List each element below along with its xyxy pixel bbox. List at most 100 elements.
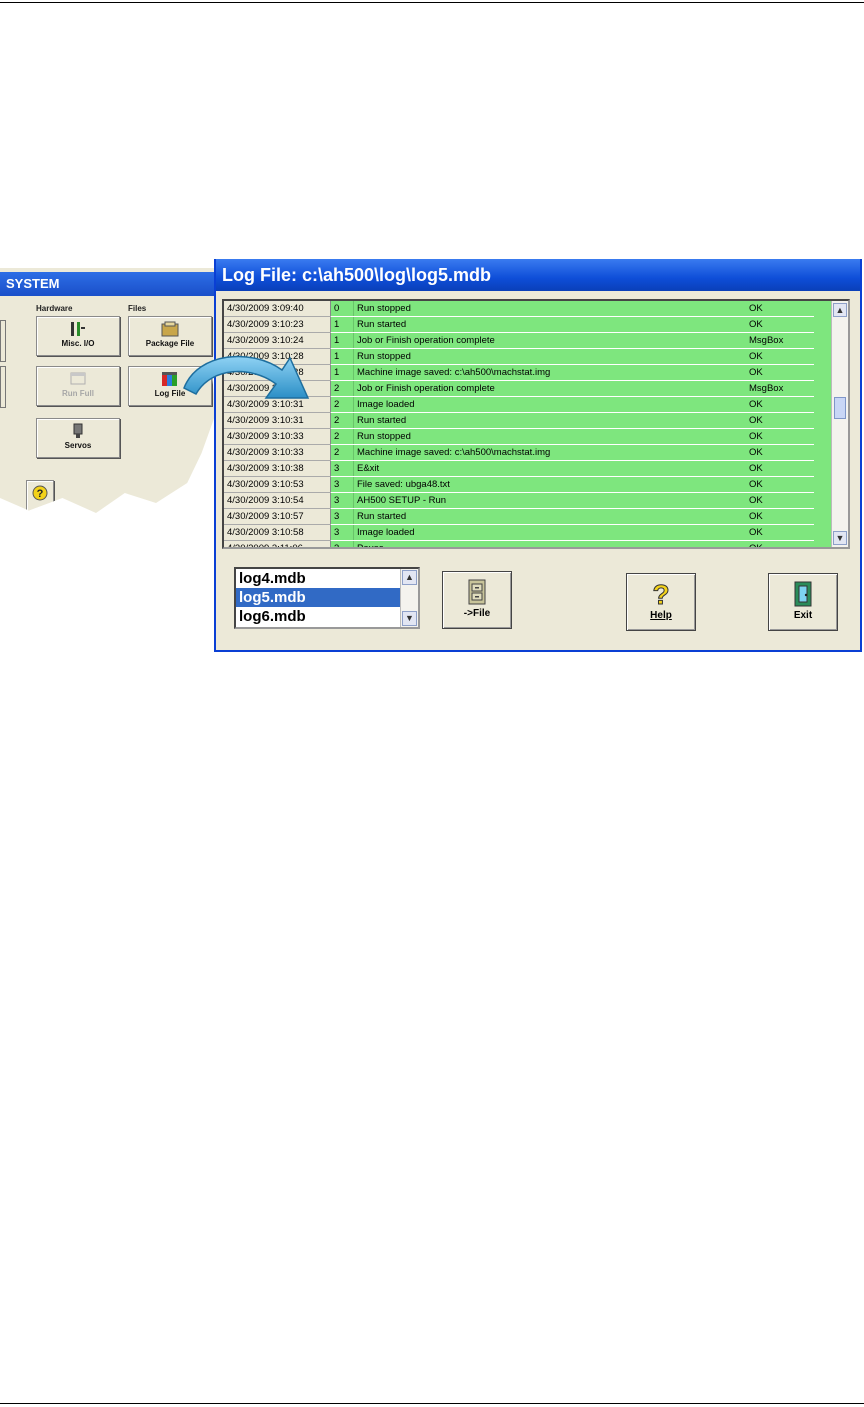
log-timestamp-cell: 4/30/2009 3:10:53 bbox=[224, 476, 331, 493]
io-meter-icon bbox=[71, 322, 85, 336]
svg-text:?: ? bbox=[652, 580, 669, 608]
log-row[interactable]: 4/30/2009 3:10:57 3 Run started OK bbox=[224, 508, 814, 525]
log-result-cell: OK bbox=[746, 364, 814, 381]
log-level-cell: 1 bbox=[330, 348, 354, 365]
log-message-cell: E&xit bbox=[353, 460, 746, 477]
log-result-cell: OK bbox=[746, 316, 814, 333]
log-result-cell: OK bbox=[746, 460, 814, 477]
log-row[interactable]: 4/30/2009 3:10:53 3 File saved: ubga48.txt… bbox=[224, 476, 814, 493]
log-level-cell: 2 bbox=[330, 428, 354, 445]
panel-edge-button-2[interactable] bbox=[0, 366, 6, 408]
log-result-cell: OK bbox=[746, 508, 814, 525]
log-timestamp-cell: 4/30/2009 3:10:33 bbox=[224, 444, 331, 461]
log-timestamp-cell: 4/30/2009 3:09:40 bbox=[224, 301, 331, 317]
package-icon bbox=[161, 321, 179, 337]
hardware-section-label: Hardware bbox=[36, 304, 73, 313]
log-message-cell: Job or Finish operation complete bbox=[353, 332, 746, 349]
log-row[interactable]: 4/30/2009 3:10:23 1 Run started OK bbox=[224, 316, 814, 333]
log-message-cell: Run stopped bbox=[353, 301, 746, 317]
file-list-scrollbar[interactable]: ▲ ▼ bbox=[400, 569, 418, 627]
to-file-button[interactable]: ->File bbox=[442, 571, 512, 629]
log-result-cell: OK bbox=[746, 428, 814, 445]
log-level-cell: 3 bbox=[330, 508, 354, 525]
log-level-cell: 1 bbox=[330, 316, 354, 333]
files-section-label: Files bbox=[128, 304, 147, 313]
log-row[interactable]: 4/30/2009 3:11:06 3 Pause OK bbox=[224, 540, 814, 547]
log-message-cell: AH500 SETUP - Run bbox=[353, 492, 746, 509]
log-level-cell: 3 bbox=[330, 540, 354, 547]
log-row[interactable]: 4/30/2009 3:10:33 2 Run stopped OK bbox=[224, 428, 814, 445]
log-timestamp-cell: 4/30/2009 3:10:23 bbox=[224, 316, 331, 333]
log-result-cell: OK bbox=[746, 348, 814, 365]
log-message-cell: Run stopped bbox=[353, 348, 746, 365]
servos-button[interactable]: Servos bbox=[36, 418, 120, 458]
scroll-down-button[interactable]: ▼ bbox=[833, 531, 847, 545]
misc-io-button[interactable]: Misc. I/O bbox=[36, 316, 120, 356]
log-level-cell: 2 bbox=[330, 444, 354, 461]
log-row[interactable]: 4/30/2009 3:10:54 3 AH500 SETUP - Run OK bbox=[224, 492, 814, 509]
log-timestamp-cell: 4/30/2009 3:11:06 bbox=[224, 540, 331, 547]
pointer-arrow-icon bbox=[183, 355, 310, 399]
log-result-cell: OK bbox=[746, 396, 814, 413]
log-timestamp-cell: 4/30/2009 3:10:57 bbox=[224, 508, 331, 525]
log-timestamp-cell: 4/30/2009 3:10:38 bbox=[224, 460, 331, 477]
file-cabinet-icon bbox=[468, 579, 486, 605]
log-table: 4/30/2009 3:09:40 0 Run stopped OK 4/30/2009… bbox=[224, 301, 814, 547]
log-message-cell: Run started bbox=[353, 508, 746, 525]
log-file-icon bbox=[162, 372, 177, 386]
log-result-cell: OK bbox=[746, 476, 814, 493]
exit-button[interactable]: Exit bbox=[768, 573, 838, 631]
log-row[interactable]: 4/30/2009 3:09:40 0 Run stopped OK bbox=[224, 301, 814, 317]
log-file-dialog: Log File: c:\ah500\log\log5.mdb 4/30/200… bbox=[214, 259, 862, 652]
log-message-cell: Run started bbox=[353, 316, 746, 333]
file-list-item[interactable]: log6.mdb bbox=[236, 607, 418, 626]
file-list-item[interactable]: log4.mdb bbox=[236, 569, 418, 588]
header-rule bbox=[0, 2, 864, 3]
log-result-cell: OK bbox=[746, 444, 814, 461]
log-message-cell: Machine image saved: c:\ah500\machstat.i… bbox=[353, 444, 746, 461]
system-panel-title: SYSTEM bbox=[0, 272, 220, 296]
log-level-cell: 2 bbox=[330, 412, 354, 429]
help-question-icon: ? bbox=[32, 485, 48, 501]
log-level-cell: 2 bbox=[330, 396, 354, 413]
log-grid-scrollbar[interactable]: ▲ ▼ bbox=[831, 301, 848, 547]
file-list-item[interactable]: log5.mdb bbox=[236, 588, 418, 607]
log-result-cell: OK bbox=[746, 524, 814, 541]
log-row[interactable]: 4/30/2009 3:10:38 3 E&xit OK bbox=[224, 460, 814, 477]
panel-edge-button[interactable] bbox=[0, 320, 6, 362]
dialog-title: Log File: c:\ah500\log\log5.mdb bbox=[216, 259, 860, 291]
servo-icon bbox=[73, 423, 83, 438]
window-icon bbox=[70, 372, 86, 385]
scroll-up-button[interactable]: ▲ bbox=[833, 303, 847, 317]
system-help-button[interactable]: ? bbox=[26, 480, 54, 513]
log-level-cell: 3 bbox=[330, 492, 354, 509]
log-result-cell: MsgBox bbox=[746, 380, 814, 397]
log-result-cell: OK bbox=[746, 492, 814, 509]
log-level-cell: 3 bbox=[330, 476, 354, 493]
log-message-cell: Image loaded bbox=[353, 524, 746, 541]
log-message-cell: Image loaded bbox=[353, 396, 746, 413]
log-grid[interactable]: 4/30/2009 3:09:40 0 Run stopped OK 4/30/2009… bbox=[222, 299, 850, 549]
log-result-cell: OK bbox=[746, 301, 814, 317]
file-list-down-button[interactable]: ▼ bbox=[402, 611, 417, 626]
svg-text:?: ? bbox=[37, 488, 44, 500]
log-row[interactable]: 4/30/2009 3:10:58 3 Image loaded OK bbox=[224, 524, 814, 541]
log-row[interactable]: 4/30/2009 3:10:33 2 Machine image saved: c… bbox=[224, 444, 814, 461]
exit-door-icon bbox=[794, 581, 812, 607]
file-list-up-button[interactable]: ▲ bbox=[402, 570, 417, 585]
log-file-list[interactable]: log4.mdb log5.mdb log6.mdb ▲ ▼ bbox=[234, 567, 420, 629]
help-button[interactable]: ? Help bbox=[626, 573, 696, 631]
log-message-cell: Run started bbox=[353, 412, 746, 429]
scroll-thumb[interactable] bbox=[834, 397, 846, 419]
footer-rule bbox=[0, 1403, 864, 1404]
log-result-cell: OK bbox=[746, 540, 814, 547]
log-timestamp-cell: 4/30/2009 3:10:33 bbox=[224, 428, 331, 445]
run-full-button[interactable]: Run Full bbox=[36, 366, 120, 406]
log-message-cell: Job or Finish operation complete bbox=[353, 380, 746, 397]
log-message-cell: Machine image saved: c:\ah500\machstat.i… bbox=[353, 364, 746, 381]
log-level-cell: 0 bbox=[330, 301, 354, 317]
log-message-cell: File saved: ubga48.txt bbox=[353, 476, 746, 493]
log-message-cell: Pause bbox=[353, 540, 746, 547]
log-result-cell: MsgBox bbox=[746, 332, 814, 349]
log-timestamp-cell: 4/30/2009 3:10:54 bbox=[224, 492, 331, 509]
